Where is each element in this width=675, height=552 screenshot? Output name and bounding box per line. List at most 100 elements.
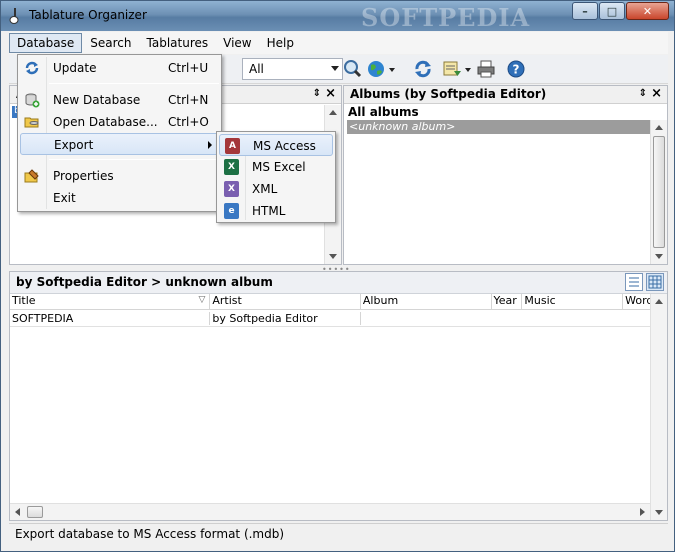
column-header-album[interactable]: Album [361,294,492,309]
scroll-down-icon[interactable] [329,254,337,259]
menu-item-label: MS Excel [252,160,306,174]
cell-title: SOFTPEDIA [10,311,211,325]
scroll-up-icon[interactable] [329,110,337,115]
menu-item-label: XML [252,182,278,196]
status-bar: Export database to MS Access format (.md… [9,523,668,545]
menu-item-open-database[interactable]: Open Database... Ctrl+O [20,111,219,133]
svg-text:?: ? [513,63,520,77]
menu-item-html[interactable]: e HTML [219,200,333,222]
chevron-down-icon [331,66,339,71]
chevron-down-icon[interactable] [389,68,395,72]
close-icon[interactable]: × [325,86,336,101]
cell-artist: by Softpedia Editor [210,311,361,325]
table-horizontal-scrollbar[interactable] [10,503,650,520]
scroll-down-icon[interactable] [655,510,663,515]
search-icon[interactable] [343,59,363,79]
menu-item-ms-excel[interactable]: X MS Excel [219,156,333,178]
export-submenu: A MS Access X MS Excel X XML e HTML [216,131,336,223]
status-text: Export database to MS Access format (.md… [15,527,285,541]
menu-item-export[interactable]: Export [20,133,219,155]
close-button[interactable]: ✕ [626,2,669,20]
pin-icon[interactable]: ⇕ [639,88,647,99]
menu-database[interactable]: Database [9,33,83,53]
menu-item-shortcut: Ctrl+U [168,61,209,75]
grid-view-icon [648,275,662,289]
scroll-thumb[interactable] [653,136,665,248]
list-view-icon [629,277,639,287]
help-icon[interactable]: ? [506,59,526,79]
column-header-music[interactable]: Music [522,294,624,309]
menu-item-label: Exit [53,191,76,205]
menu-item-xml[interactable]: X XML [219,178,333,200]
menu-item-ms-access[interactable]: A MS Access [219,134,333,156]
menu-item-shortcut: Ctrl+N [168,93,209,107]
minimize-button[interactable]: – [572,2,598,20]
menu-item-label: Properties [53,169,114,183]
pin-icon[interactable]: ⇕ [313,88,321,99]
chevron-down-icon[interactable] [465,68,471,72]
submenu-arrow-icon [208,141,212,149]
albums-vertical-scrollbar[interactable] [650,120,667,264]
menu-tablatures[interactable]: Tablatures [140,34,216,52]
menu-item-label: Open Database... [53,115,158,129]
column-header-artist[interactable]: Artist [210,294,361,309]
open-database-icon [24,117,39,128]
xml-icon: X [224,181,239,197]
globe-icon[interactable] [366,59,386,79]
menu-item-new-database[interactable]: New Database Ctrl+N [20,89,219,111]
table-row[interactable]: SOFTPEDIA by Softpedia Editor [10,310,667,327]
refresh-icon[interactable] [413,59,433,79]
ms-access-icon: A [225,138,240,154]
sort-icon: ▽ [198,295,206,305]
albums-panel: Albums (by Softpedia Editor) ⇕ × All alb… [343,85,668,265]
albums-panel-header: Albums (by Softpedia Editor) ⇕ × [344,86,667,104]
tablatures-panel: by Softpedia Editor > unknown album Titl… [9,271,668,521]
ms-excel-icon: X [224,159,239,175]
menu-item-label: Export [54,138,94,152]
menu-item-properties[interactable]: Properties [20,165,219,187]
menu-help[interactable]: Help [260,34,301,52]
albums-panel-title: Albums (by Softpedia Editor) [350,87,547,101]
menu-separator [49,159,219,160]
breadcrumb: by Softpedia Editor > unknown album [16,275,273,289]
album-list-item[interactable]: <unknown album> [347,120,650,134]
list-view-button[interactable] [625,273,643,291]
column-header-year[interactable]: Year [492,294,523,309]
menu-item-label: New Database [53,93,141,107]
menu-bar: Database Search Tablatures View Help [9,32,668,54]
maximize-button[interactable]: □ [599,2,625,20]
menu-item-label: HTML [252,204,286,218]
title-bar[interactable]: Tablature Organizer SOFTPEDIA – □ ✕ [1,1,674,32]
print-icon[interactable] [476,59,496,79]
table-header: Title ▽ Artist Album Year Music Words [10,294,667,310]
menu-separator [49,83,219,84]
database-menu: Update Ctrl+U New Database Ctrl+N Open D… [17,54,222,212]
menu-search[interactable]: Search [83,34,138,52]
window-title: Tablature Organizer [29,8,147,22]
all-albums-item[interactable]: All albums [344,104,667,120]
column-header-title[interactable]: Title ▽ [10,294,211,309]
detail-view-button[interactable] [646,273,664,291]
tablatures-panel-header: by Softpedia Editor > unknown album [10,272,667,294]
filter-combo[interactable]: All [242,58,343,80]
scroll-thumb[interactable] [27,506,43,518]
guitar-icon [9,8,19,24]
scroll-right-icon[interactable] [640,508,645,516]
column-header-title-label: Title [12,294,36,307]
new-database-icon [25,93,40,108]
close-icon[interactable]: × [651,86,662,101]
scroll-up-icon[interactable] [655,125,663,130]
update-icon [25,61,39,75]
main-window: Tablature Organizer SOFTPEDIA – □ ✕ Data… [0,0,675,552]
scroll-up-icon[interactable] [655,299,663,304]
menu-item-label: Update [53,61,97,75]
scroll-down-icon[interactable] [655,254,663,259]
menu-item-update[interactable]: Update Ctrl+U [20,57,219,79]
export-icon[interactable] [442,59,462,79]
table-vertical-scrollbar[interactable] [650,294,667,520]
html-icon: e [224,203,239,219]
menu-item-shortcut: Ctrl+O [168,115,209,129]
scroll-left-icon[interactable] [15,508,20,516]
menu-view[interactable]: View [216,34,258,52]
menu-item-exit[interactable]: Exit [20,187,219,209]
